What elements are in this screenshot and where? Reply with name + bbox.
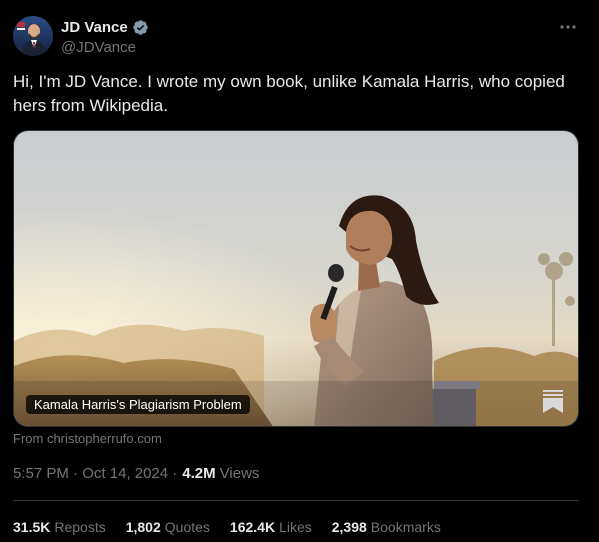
card-title: Kamala Harris's Plagiarism Problem (26, 395, 250, 414)
stat-likes[interactable]: 162.4K Likes (230, 519, 312, 535)
card-source-link[interactable]: From christopherrufo.com (13, 431, 162, 446)
tweet-time[interactable]: 5:57 PM (13, 465, 69, 482)
stat-count: 2,398 (331, 519, 367, 535)
stat-count: 31.5K (13, 519, 51, 535)
stat-label: Bookmarks (370, 519, 441, 535)
tweet-date[interactable]: Oct 14, 2024 (82, 465, 168, 482)
stat-quotes[interactable]: 1,802 Quotes (126, 519, 210, 535)
author-handle[interactable]: @JDVance (61, 39, 149, 56)
stat-reposts[interactable]: 31.5K Reposts (13, 519, 106, 535)
avatar-image (13, 16, 53, 56)
views-label: Views (219, 465, 260, 482)
card-image (14, 131, 578, 426)
bookmark-stack-icon (540, 388, 566, 414)
author-avatar[interactable] (13, 16, 53, 56)
link-card[interactable]: Kamala Harris's Plagiarism Problem (13, 130, 579, 427)
stat-label: Quotes (164, 519, 210, 535)
divider (13, 500, 579, 501)
views-count: 4.2M (182, 465, 216, 482)
tweet-meta: 5:57 PM · Oct 14, 2024 · 4.2M Views (13, 465, 259, 482)
display-name-row: JD Vance (61, 17, 149, 37)
stat-bookmarks[interactable]: 2,398 Bookmarks (332, 519, 441, 535)
stat-count: 162.4K (229, 519, 276, 535)
tweet-container: JD Vance @JDVance Hi, I'm JD Vance. I wr… (0, 0, 599, 542)
more-options-button[interactable] (557, 18, 579, 36)
author-block: JD Vance @JDVance (61, 17, 149, 56)
stat-count: 1,802 (125, 519, 161, 535)
engagement-stats: 31.5K Reposts 1,802 Quotes 162.4K Likes … (13, 519, 461, 535)
tweet-text: Hi, I'm JD Vance. I wrote my own book, u… (13, 72, 565, 115)
more-dots-icon (560, 25, 576, 29)
stat-label: Reposts (54, 519, 106, 535)
author-display-name[interactable]: JD Vance (61, 19, 128, 36)
verified-badge-icon[interactable] (132, 19, 149, 36)
meta-separator: · (68, 465, 83, 482)
stat-label: Likes (279, 519, 312, 535)
meta-separator: · (168, 465, 178, 482)
